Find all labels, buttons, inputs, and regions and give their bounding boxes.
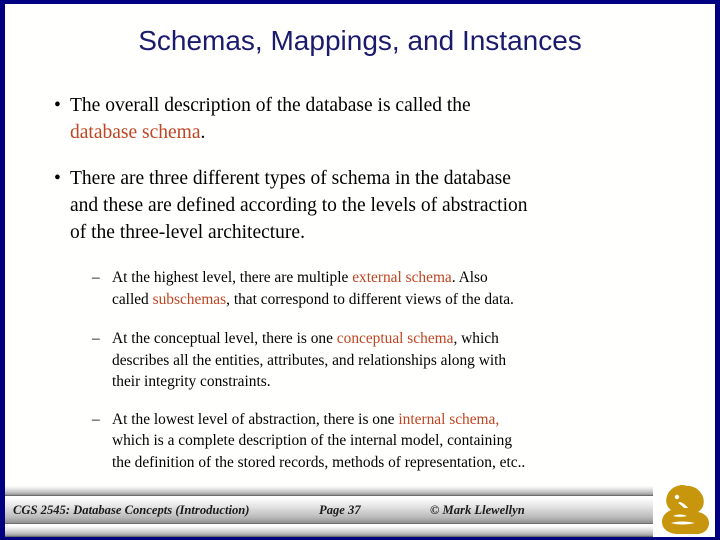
slide-border-top (0, 0, 720, 4)
sub-bullet-line: called subschemas, that correspond to di… (112, 289, 680, 311)
text-run: At the highest level, there are multiple (112, 269, 353, 286)
footer-band-bottom (5, 525, 715, 537)
slide-border-right (715, 0, 720, 540)
text-run: called (112, 290, 153, 308)
text-run-highlight: internal schema, (398, 410, 500, 428)
text-run: At the lowest level of abstraction, ther… (112, 410, 399, 428)
sub-bullet-marker: – (92, 330, 100, 347)
text-run: , which (453, 330, 499, 347)
sub-bullet-marker: – (92, 410, 100, 428)
text-run-highlight: external schema (352, 269, 452, 286)
sub-bullet-line: their integrity constraints. (112, 373, 271, 390)
sub-bullet-item: – At the lowest level of abstraction, th… (40, 409, 680, 474)
sub-bullet-marker: – (92, 269, 100, 286)
slide-canvas: Schemas, Mappings, and Instances • The o… (0, 0, 720, 540)
text-run: . (200, 122, 206, 143)
text-run: At the conceptual level, there is one (112, 330, 337, 347)
sub-bullet-line: the definition of the stored records, me… (112, 453, 526, 471)
footer-text-row: CGS 2545: Database Concepts (Introductio… (5, 498, 715, 523)
slide-body: • The overall description of the databas… (40, 92, 680, 473)
sub-bullet-item: – At the highest level, there are multip… (40, 267, 680, 310)
bullet-marker: • (54, 95, 61, 116)
text-run: . Also (451, 269, 488, 286)
text-run-highlight: subschemas (152, 290, 227, 308)
sub-bullet-line: describes all the entities, attributes, … (112, 351, 507, 369)
bullet-item: • The overall description of the databas… (40, 92, 680, 146)
bullet-line: The overall description of the database … (70, 92, 680, 119)
sub-bullet-line: At the lowest level of abstraction, ther… (112, 409, 680, 431)
sub-bullet-item: – At the conceptual level, there is one … (40, 328, 680, 393)
footer-course-label: CGS 2545: Database Concepts (Introductio… (13, 503, 250, 517)
footer-copyright: © Mark Llewellyn (430, 503, 525, 517)
bullet-marker: • (54, 168, 61, 189)
text-run: , that correspond to different views of … (226, 290, 514, 308)
text-run: The overall description of the database … (70, 95, 471, 116)
sub-bullet-line: which is a complete description of the i… (112, 432, 513, 449)
footer-band-top (5, 485, 715, 496)
text-run-highlight: conceptual schema (336, 330, 454, 347)
bullet-line: of the three-level architecture. (70, 222, 305, 243)
bullet-line: There are three different types of schem… (70, 168, 511, 189)
ucf-pegasus-logo (653, 483, 715, 537)
sub-bullet-line: At the highest level, there are multiple… (112, 267, 680, 289)
sub-bullet-line: At the conceptual level, there is one co… (112, 328, 680, 350)
bullet-item: • There are three different types of sch… (40, 165, 680, 246)
footer-page-number: Page 37 (319, 503, 361, 517)
bullet-line: database schema. (70, 119, 680, 146)
slide-footer: CGS 2545: Database Concepts (Introductio… (5, 485, 715, 537)
slide-border-left (0, 0, 5, 540)
bullet-line: and these are defined according to the l… (70, 195, 528, 216)
slide-title: Schemas, Mappings, and Instances (138, 25, 582, 56)
text-run-highlight: database schema (70, 122, 201, 143)
